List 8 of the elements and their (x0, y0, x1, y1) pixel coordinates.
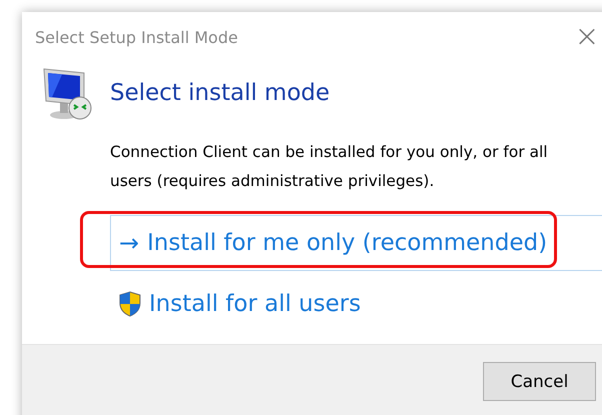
dialog-heading: Select install mode (110, 80, 330, 106)
shield-icon (119, 291, 141, 317)
close-button[interactable]: × (574, 15, 602, 59)
window-title: Select Setup Install Mode (35, 28, 238, 46)
description-text: Connection Client can be installed for you only, or for all users (requires administrative privileges). (110, 142, 549, 192)
install-option-link[interactable]: → Install for me only (recommended) (110, 215, 602, 271)
cancel-button[interactable]: Cancel (483, 362, 596, 401)
install-option-link[interactable]: Install for all users (110, 276, 602, 332)
